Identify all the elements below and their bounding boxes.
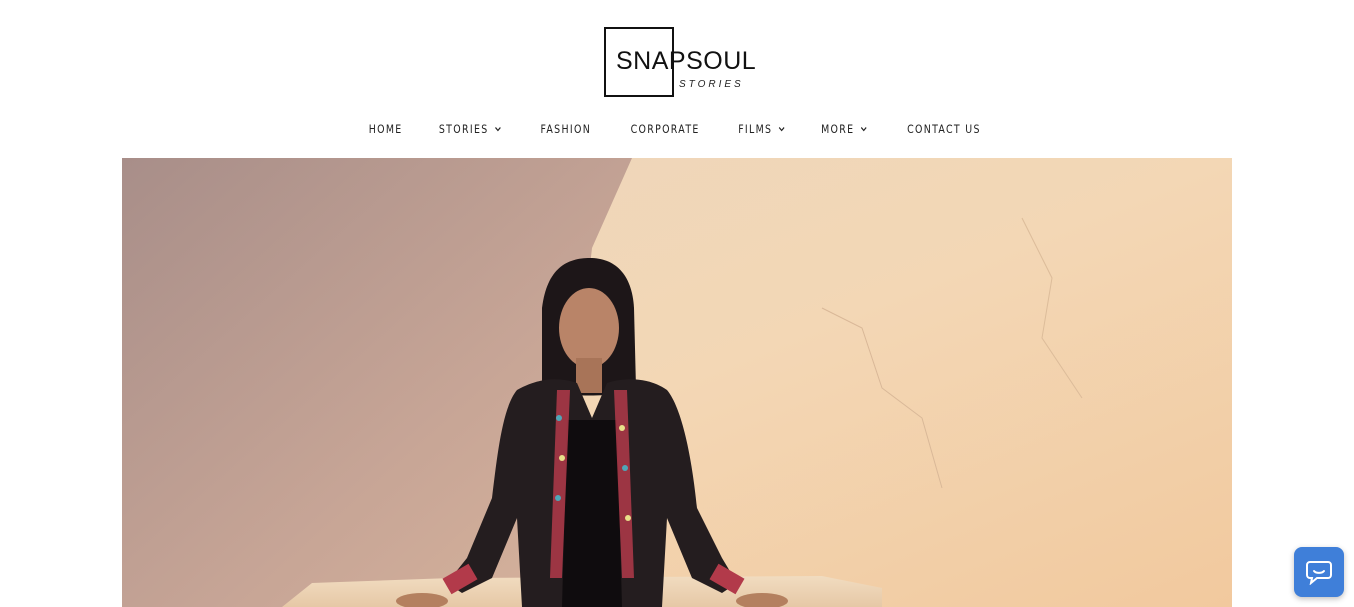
- nav-label: HOME: [368, 122, 403, 136]
- nav-item-films[interactable]: FILMS: [738, 122, 785, 136]
- chevron-down-icon: [495, 127, 501, 132]
- nav-item-more[interactable]: MORE: [821, 122, 867, 136]
- nav-label: MORE: [821, 122, 855, 136]
- nav-item-home[interactable]: HOME: [369, 122, 403, 136]
- nav-item-fashion[interactable]: FASHION: [540, 122, 591, 136]
- logo-brand: SNAPSOUL: [616, 47, 757, 75]
- hero-image: [122, 158, 1232, 607]
- nav-label: CORPORATE: [630, 122, 700, 136]
- chevron-down-icon: [778, 127, 784, 132]
- chat-button[interactable]: [1294, 547, 1344, 597]
- chevron-down-icon: [860, 127, 867, 132]
- nav-item-contact-us[interactable]: CONTACT US: [907, 122, 981, 136]
- logo-sub: STORIES: [679, 79, 744, 90]
- nav-label: CONTACT US: [907, 122, 981, 136]
- page: SNAPSOUL STORIES HOME STORIES FASHION CO…: [0, 0, 1354, 607]
- nav-item-corporate[interactable]: CORPORATE: [630, 122, 699, 136]
- chat-bubble-icon: [1306, 561, 1332, 585]
- nav-label: STORIES: [439, 122, 489, 136]
- fashion-photo-icon: [122, 158, 1232, 607]
- main-nav: HOME STORIES FASHION CORPORATE FILMS MOR…: [0, 118, 1354, 140]
- nav-item-stories[interactable]: STORIES: [439, 122, 502, 136]
- nav-label: FASHION: [540, 122, 591, 136]
- nav-label: FILMS: [737, 122, 773, 136]
- site-logo[interactable]: SNAPSOUL STORIES: [604, 27, 757, 97]
